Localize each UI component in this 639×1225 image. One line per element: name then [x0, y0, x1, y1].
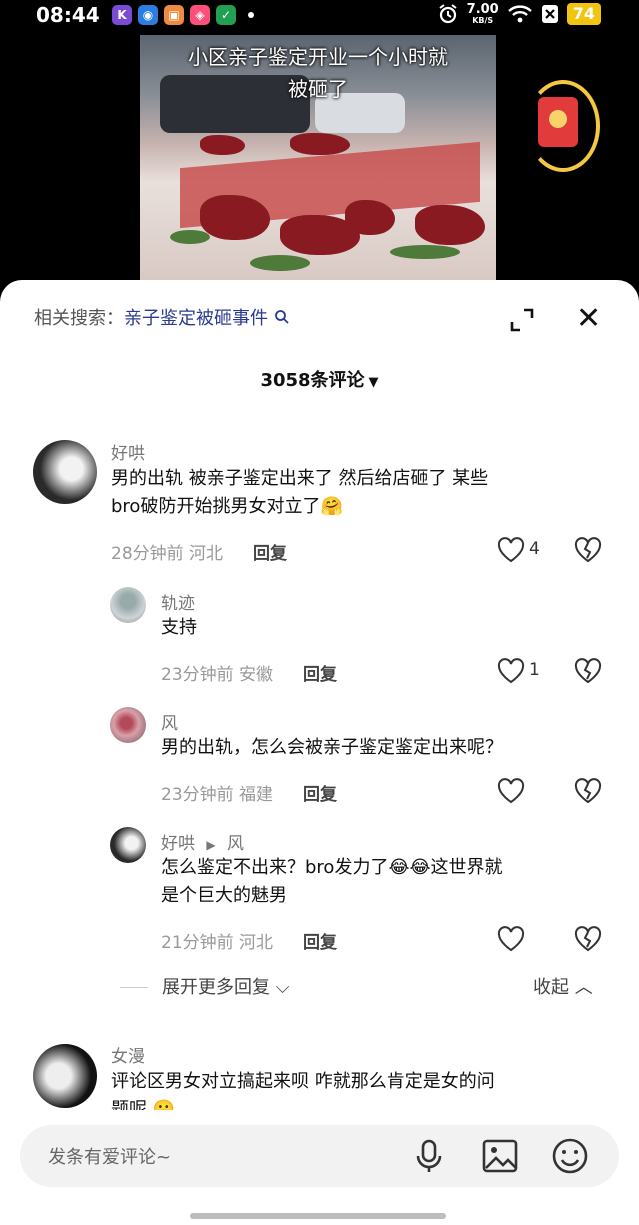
video-player[interactable]: 小区亲子鉴定开业一个小时就 被砸了	[140, 35, 496, 280]
comment-text: 评论区男女对立搞起来呗 咋就那么肯定是女的问	[111, 1071, 495, 1092]
red-packet-button[interactable]	[526, 80, 600, 172]
comment-text: 题呢 😬	[111, 1099, 176, 1110]
username[interactable]: 好哄	[161, 834, 195, 854]
heart-icon	[497, 778, 525, 804]
avatar[interactable]	[110, 587, 146, 623]
comment-text: bro破防开始挑男女对立了🤗	[111, 496, 343, 517]
broken-heart-icon[interactable]	[574, 537, 602, 563]
comment-meta: 23分钟前 安徽 回复	[161, 665, 338, 685]
status-bar: 08:44 K ◉ ▣ ◈ ✓ 7.00 KB/S 74	[0, 0, 639, 32]
comment-meta: 23分钟前 福建 回复	[161, 785, 338, 805]
username[interactable]: 轨迹	[161, 589, 195, 614]
browser-icon: ◉	[138, 5, 158, 25]
microphone-icon[interactable]	[409, 1136, 449, 1176]
collapse-replies[interactable]: 收起 ︿	[533, 973, 593, 999]
comment-text: 是个巨大的魅男	[161, 885, 287, 906]
system-icons: 7.00 KB/S 74	[437, 3, 601, 25]
avatar[interactable]	[33, 440, 97, 504]
comment-input[interactable]: 发条有爱评论~	[20, 1125, 619, 1187]
reply-button[interactable]: 回复	[303, 933, 337, 953]
net-speed: 7.00 KB/S	[466, 2, 499, 25]
heart-icon	[497, 658, 525, 684]
like-button[interactable]	[497, 778, 537, 804]
search-icon	[274, 310, 289, 324]
comment-panel: 相关搜索：亲子鉴定被砸事件 ✕ 3058条评论 ▼ 好哄 男的出轨 被亲子鉴定出来…	[0, 280, 639, 1225]
close-icon[interactable]: ✕	[576, 304, 601, 334]
photo-app-icon: ▣	[164, 5, 184, 25]
like-button[interactable]	[497, 926, 537, 952]
comment-count[interactable]: 3058条评论 ▼	[0, 366, 639, 392]
like-button[interactable]: 4	[497, 537, 540, 563]
username[interactable]: 好哄	[111, 439, 145, 464]
username[interactable]: 女漫	[111, 1042, 145, 1067]
like-count: 4	[529, 539, 540, 559]
comment-text: 男的出轨，怎么会被亲子鉴定鉴定出来呢？	[161, 737, 503, 758]
no-sim-icon	[541, 5, 558, 23]
comment-meta: 28分钟前 河北 回复	[111, 544, 288, 564]
chevron-down-icon: ⌵	[275, 977, 290, 998]
play-arrow-icon: ▶	[206, 838, 216, 852]
broken-heart-icon[interactable]	[574, 778, 602, 804]
expand-icon[interactable]	[509, 307, 535, 333]
comment-meta: 21分钟前 河北 回复	[161, 933, 338, 953]
comment-item: 女漫 评论区男女对立搞起来呗 咋就那么肯定是女的问 题呢 😬	[0, 1040, 639, 1110]
comment-text: 怎么鉴定不出来？bro发力了😂😂这世界就	[161, 857, 503, 878]
home-indicator[interactable]	[190, 1213, 446, 1219]
chevron-up-icon: ︿	[574, 977, 593, 998]
notification-icons: K ◉ ▣ ◈ ✓	[112, 5, 254, 25]
image-icon[interactable]	[480, 1136, 520, 1176]
heart-icon	[497, 926, 525, 952]
clock: 08:44	[36, 3, 100, 27]
username[interactable]: 风	[161, 709, 178, 734]
avatar[interactable]	[110, 707, 146, 743]
reply-button[interactable]: 回复	[303, 785, 337, 805]
reply-to-username[interactable]: 风	[227, 834, 244, 854]
emoji-icon[interactable]	[550, 1136, 590, 1176]
comment-placeholder: 发条有爱评论~	[48, 1147, 172, 1168]
alarm-icon	[439, 4, 457, 24]
related-keyword[interactable]: 亲子鉴定被砸事件	[124, 308, 268, 329]
avatar[interactable]	[33, 1044, 97, 1108]
video-caption: 小区亲子鉴定开业一个小时就	[188, 45, 448, 69]
more-notifications-dot	[248, 12, 254, 18]
broken-heart-icon[interactable]	[574, 926, 602, 952]
comment-text: 支持	[161, 617, 197, 638]
related-search[interactable]: 相关搜索：亲子鉴定被砸事件	[34, 304, 290, 330]
video-caption: 被砸了	[288, 77, 348, 101]
wifi-icon	[507, 5, 532, 23]
shop-app-icon: ◈	[190, 5, 210, 25]
heart-icon	[497, 537, 525, 563]
dropdown-icon: ▼	[368, 375, 379, 390]
shield-app-icon: ✓	[216, 5, 236, 25]
battery-level: 74	[566, 3, 601, 25]
reply-button[interactable]: 回复	[253, 544, 287, 564]
broken-heart-icon[interactable]	[574, 658, 602, 684]
comment-text: 男的出轨 被亲子鉴定出来了 然后给店砸了 某些	[111, 468, 489, 489]
divider	[120, 987, 148, 988]
avatar[interactable]	[110, 827, 146, 863]
k-icon: K	[112, 5, 132, 25]
like-button[interactable]: 1	[497, 658, 540, 684]
reply-header: 好哄 ▶ 风	[161, 829, 244, 854]
like-count: 1	[529, 660, 540, 680]
reply-button[interactable]: 回复	[303, 665, 337, 685]
